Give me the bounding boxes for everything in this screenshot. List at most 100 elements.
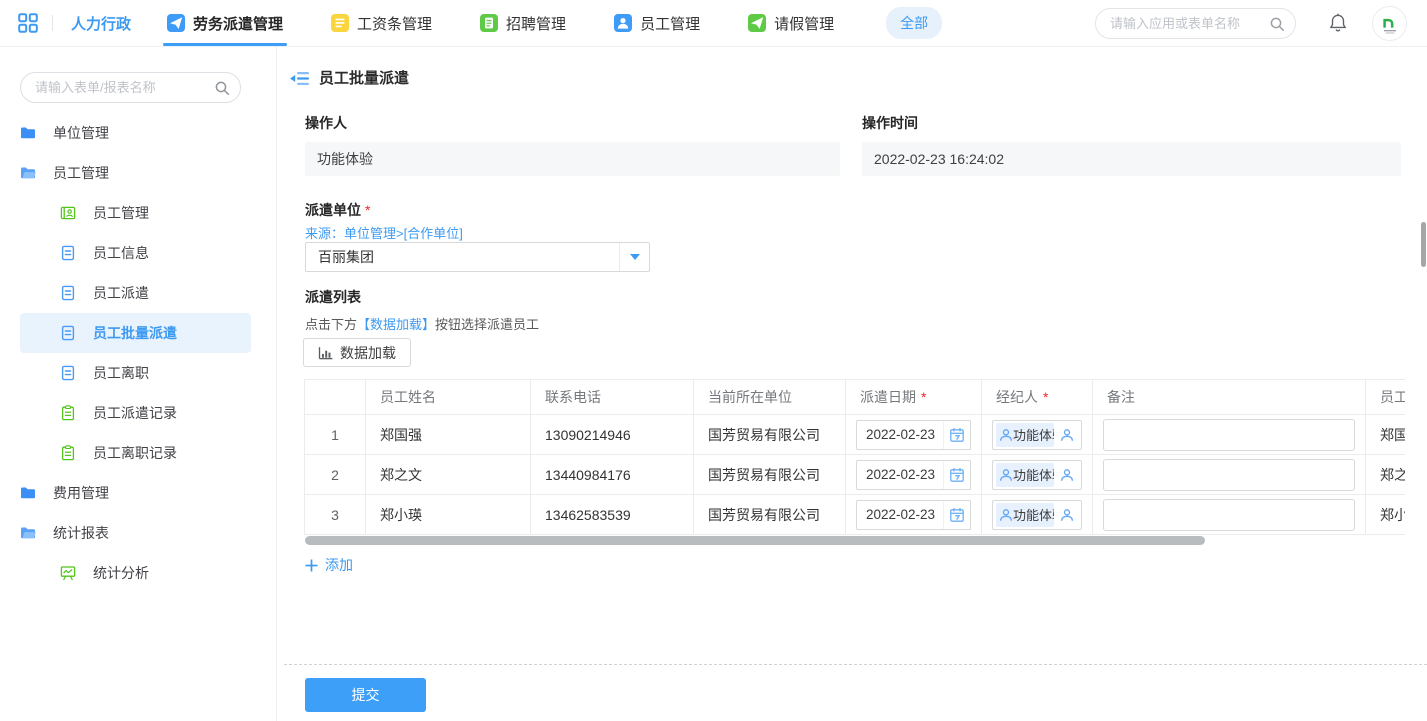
required-mark: * <box>365 202 370 218</box>
form-search-input[interactable] <box>35 80 214 95</box>
cell-employee-name-2: 郑之文 <box>1366 455 1406 495</box>
note-input[interactable] <box>1103 499 1355 531</box>
sidebar-item[interactable]: 员工管理 <box>20 153 251 193</box>
agent-picker[interactable]: 功能体验 <box>992 460 1082 490</box>
cell-phone: 13090214946 <box>531 415 694 455</box>
bar-chart-icon <box>318 346 333 360</box>
person-add-icon[interactable] <box>1060 508 1074 522</box>
date-value: 2022-02-23 <box>857 427 943 442</box>
load-hint-link: 【数据加载】 <box>357 317 435 332</box>
cell-dispatch-date: 2022-02-23 <box>846 415 982 455</box>
sidebar-item-label: 统计报表 <box>53 523 109 543</box>
sidebar-item[interactable]: 员工离职记录 <box>20 433 251 473</box>
date-input[interactable]: 2022-02-23 <box>856 500 971 530</box>
folder-open-icon <box>20 525 36 541</box>
search-icon[interactable] <box>1269 16 1285 32</box>
tab-payslip[interactable]: 工资条管理 <box>331 0 432 46</box>
sidebar-item[interactable]: 员工派遣记录 <box>20 393 251 433</box>
unit-source-link[interactable]: 来源：单位管理>[合作单位] <box>305 223 463 242</box>
clipboard-icon <box>60 405 76 421</box>
cell-current-unit: 国芳贸易有限公司 <box>694 455 846 495</box>
horizontal-scrollbar[interactable] <box>305 536 1205 545</box>
tab-dispatch[interactable]: 劳务派遣管理 <box>167 0 283 46</box>
sidebar-item-label: 员工离职记录 <box>93 443 177 463</box>
cell-row-number: 1 <box>305 415 366 455</box>
sidebar-item[interactable]: 费用管理 <box>20 473 251 513</box>
dispatch-table: 员工姓名联系电话当前所在单位派遣日期*经纪人*备注员工1郑国强130902149… <box>304 379 1405 535</box>
tab-employee[interactable]: 员工管理 <box>614 0 700 46</box>
agent-picker[interactable]: 功能体验 <box>992 500 1082 530</box>
cell-agent: 功能体验 <box>982 415 1093 455</box>
sidebar-item[interactable]: 员工批量派遣 <box>20 313 251 353</box>
column-header-no <box>305 380 366 415</box>
bell-icon[interactable] <box>1329 13 1347 33</box>
cell-row-number: 3 <box>305 495 366 535</box>
sidebar-tree: 单位管理员工管理员工管理员工信息员工派遣员工批量派遣员工离职员工派遣记录员工离职… <box>0 113 276 593</box>
form-search[interactable] <box>20 72 241 103</box>
employee-tab-icon <box>614 14 632 32</box>
sidebar-item-label: 员工信息 <box>93 243 149 263</box>
brand-logo[interactable] <box>1372 6 1407 41</box>
sidebar-item[interactable]: 员工派遣 <box>20 273 251 313</box>
submit-button[interactable]: 提交 <box>305 678 426 712</box>
dispatch-tab-icon <box>167 14 185 32</box>
apps-grid-icon[interactable] <box>18 13 38 33</box>
tab-leave[interactable]: 请假管理 <box>748 0 834 46</box>
table-row: 2郑之文13440984176国芳贸易有限公司2022-02-23功能体验郑之文 <box>305 455 1406 495</box>
sidebar-item-label: 统计分析 <box>93 563 149 583</box>
sidebar-item[interactable]: 统计报表 <box>20 513 251 553</box>
dispatch-table-wrap: 员工姓名联系电话当前所在单位派遣日期*经纪人*备注员工1郑国强130902149… <box>304 379 1405 537</box>
idcard-icon <box>60 205 76 221</box>
tab-recruit[interactable]: 招聘管理 <box>480 0 566 46</box>
main-content: 员工批量派遣 操作人 功能体验 操作时间 2022-02-23 16:24:02… <box>278 47 1427 721</box>
column-header-phone: 联系电话 <box>531 380 694 415</box>
cell-agent: 功能体验 <box>982 495 1093 535</box>
recruit-tab-icon <box>480 14 498 32</box>
app-search-input[interactable] <box>1110 16 1269 31</box>
add-row-button[interactable]: 添加 <box>305 555 353 575</box>
plus-icon <box>305 559 318 572</box>
collapse-icon[interactable] <box>290 71 309 86</box>
agent-tag: 功能体验 <box>996 423 1054 447</box>
date-input[interactable]: 2022-02-23 <box>856 420 971 450</box>
doc-icon <box>60 325 76 341</box>
folder-closed-icon <box>20 485 36 501</box>
cell-employee-name: 郑国强 <box>366 415 531 455</box>
sidebar-item-label: 员工派遣 <box>93 283 149 303</box>
search-icon[interactable] <box>214 80 230 96</box>
table-row: 3郑小瑛13462583539国芳贸易有限公司2022-02-23功能体验郑小瑛 <box>305 495 1406 535</box>
person-add-icon[interactable] <box>1060 428 1074 442</box>
workspace-title[interactable]: 人力行政 <box>71 13 131 34</box>
date-input[interactable]: 2022-02-23 <box>856 460 971 490</box>
cell-current-unit: 国芳贸易有限公司 <box>694 415 846 455</box>
sidebar-item[interactable]: 员工信息 <box>20 233 251 273</box>
sidebar-item-label: 员工派遣记录 <box>93 403 177 423</box>
agent-picker[interactable]: 功能体验 <box>992 420 1082 450</box>
person-icon <box>999 428 1013 442</box>
folder-open-icon <box>20 165 36 181</box>
note-input[interactable] <box>1103 459 1355 491</box>
all-apps-badge[interactable]: 全部 <box>886 7 942 39</box>
note-input[interactable] <box>1103 419 1355 451</box>
agent-name: 功能体验 <box>1013 425 1054 444</box>
vertical-scrollbar[interactable] <box>1421 222 1426 267</box>
calendar-icon[interactable] <box>943 501 970 529</box>
date-value: 2022-02-23 <box>857 467 943 482</box>
sidebar-item[interactable]: 统计分析 <box>20 553 251 593</box>
table-header-row: 员工姓名联系电话当前所在单位派遣日期*经纪人*备注员工 <box>305 380 1406 415</box>
cell-employee-name: 郑之文 <box>366 455 531 495</box>
column-header-date: 派遣日期* <box>846 380 982 415</box>
sidebar-item[interactable]: 员工管理 <box>20 193 251 233</box>
calendar-icon[interactable] <box>943 421 970 449</box>
app-search[interactable] <box>1095 8 1296 39</box>
sidebar-item[interactable]: 单位管理 <box>20 113 251 153</box>
sidebar: 单位管理员工管理员工管理员工信息员工派遣员工批量派遣员工离职员工派遣记录员工离职… <box>0 47 277 721</box>
calendar-icon[interactable] <box>943 461 970 489</box>
sidebar-item[interactable]: 员工离职 <box>20 353 251 393</box>
column-header-agent: 经纪人* <box>982 380 1093 415</box>
data-load-button[interactable]: 数据加载 <box>303 338 411 367</box>
unit-select-value: 百丽集团 <box>306 247 619 267</box>
unit-select[interactable]: 百丽集团 <box>305 242 650 272</box>
folder-closed-icon <box>20 125 36 141</box>
person-add-icon[interactable] <box>1060 468 1074 482</box>
